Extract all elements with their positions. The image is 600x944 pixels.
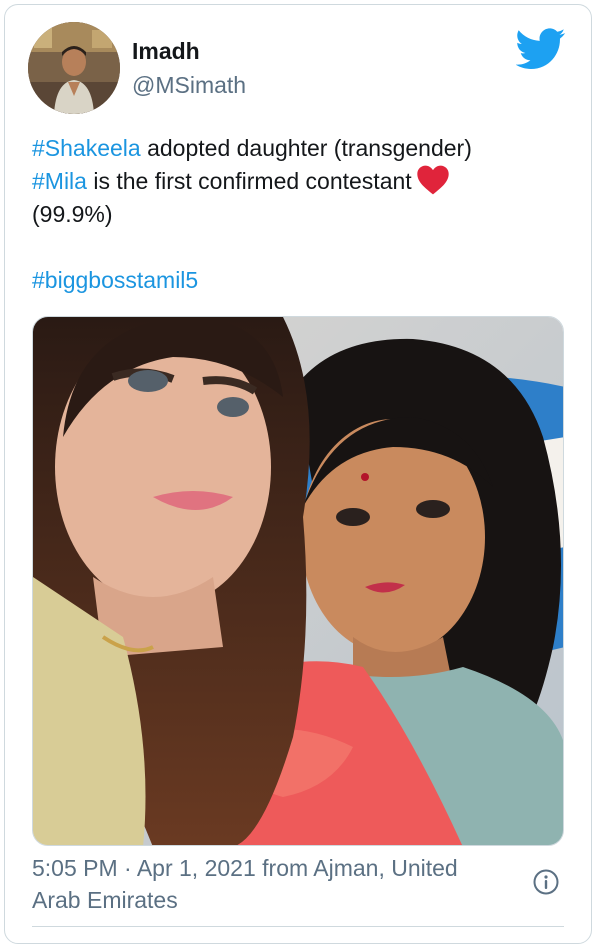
author-handle[interactable]: @MSimath	[132, 72, 246, 99]
tweet-photo[interactable]	[32, 316, 564, 846]
tweet-time: 5:05 PM	[32, 855, 118, 881]
meta-separator: ·	[117, 855, 137, 881]
hashtag-shakeela[interactable]: #Shakeela	[32, 135, 141, 161]
hashtag-biggbosstamil5[interactable]: #biggbosstamil5	[32, 267, 198, 293]
tweet-line-hashtag: #biggbosstamil5	[32, 264, 552, 297]
location-line-2: Arab Emirates	[32, 887, 178, 913]
selfie-image	[33, 317, 563, 845]
avatar[interactable]	[28, 22, 120, 114]
divider	[32, 926, 564, 927]
location-prefix: from	[255, 855, 314, 881]
tweet-timestamp[interactable]: 5:05 PM · Apr 1, 2021 from Ajman, United…	[32, 852, 512, 916]
info-icon[interactable]	[533, 869, 559, 895]
tweet-spacer	[32, 231, 552, 264]
red-heart-icon	[416, 165, 449, 195]
avatar-photo	[28, 22, 120, 114]
twitter-bird-icon[interactable]	[516, 28, 566, 70]
tweet-line-2-text: is the first confirmed contestant	[86, 168, 412, 194]
author-name[interactable]: Imadh	[132, 38, 200, 65]
tweet-line-1-text: adopted daughter (transgender)	[140, 135, 472, 161]
tweet-line-3: (99.9%)	[32, 201, 113, 227]
location-line-1: Ajman, United	[313, 855, 458, 881]
hashtag-mila[interactable]: #Mila	[32, 168, 87, 194]
tweet-line-1: #Shakeela adopted daughter (transgender)	[32, 132, 552, 165]
tweet-line-2: #Mila is the first confirmed contestant	[32, 165, 552, 198]
tweet-text: #Shakeela adopted daughter (transgender)…	[32, 132, 552, 297]
tweet-date: Apr 1, 2021	[136, 855, 256, 881]
